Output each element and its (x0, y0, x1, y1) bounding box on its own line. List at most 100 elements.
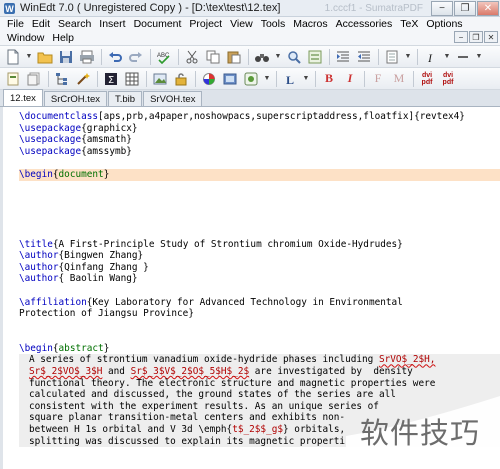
highlighted-line: \begin{document} (19, 168, 500, 181)
label-icon[interactable]: L (281, 70, 299, 88)
tab-t-bib[interactable]: T.bib (107, 91, 143, 106)
label-dropdown-icon[interactable]: ▼ (302, 75, 310, 82)
math-button[interactable]: M (390, 70, 408, 88)
frame-icon[interactable] (221, 70, 239, 88)
tab-srcroh-tex[interactable]: SrCrOH.tex (43, 91, 107, 106)
abstract-line: A series of strontium vanadium oxide-hyd… (19, 354, 500, 367)
svg-text:Σ: Σ (108, 75, 114, 86)
wizard-icon[interactable] (74, 70, 92, 88)
redo-icon[interactable] (127, 48, 145, 66)
bold-button[interactable]: B (320, 70, 338, 88)
dash-icon[interactable] (454, 48, 472, 66)
document-tabs: 12.tex SrCrOH.tex T.bib SrVOH.tex (0, 89, 500, 107)
diagram-dropdown-icon[interactable]: ▼ (263, 75, 271, 82)
new-file-dropdown-icon[interactable]: ▼ (25, 53, 33, 60)
toolbar-separator (178, 48, 179, 65)
graphics-icon[interactable] (151, 70, 169, 88)
maximize-button[interactable]: ❐ (454, 0, 476, 16)
close-button[interactable]: ✕ (477, 0, 499, 16)
pdf-button[interactable]: dvi pdf (439, 70, 457, 88)
tree-icon[interactable] (53, 70, 71, 88)
menu-search[interactable]: Search (54, 18, 95, 30)
menu-macros[interactable]: Macros (289, 18, 331, 30)
font-button[interactable]: F (369, 70, 387, 88)
menu-view[interactable]: View (226, 18, 257, 30)
sigma-icon[interactable]: Σ (102, 70, 120, 88)
toolbar-separator (413, 70, 414, 87)
open-folder-icon[interactable] (36, 48, 54, 66)
dvi-pdf-button[interactable]: dvi pdf (418, 70, 436, 88)
menu-window[interactable]: Window (3, 32, 48, 44)
outdent-icon[interactable] (355, 48, 373, 66)
unlock-icon[interactable] (172, 70, 190, 88)
main-toolbar: ▼ ABC ▼ ▼ I ▼ ▼ (0, 46, 500, 68)
menu-file[interactable]: File (3, 18, 28, 30)
menu-project[interactable]: Project (185, 18, 226, 30)
table-icon[interactable] (123, 70, 141, 88)
menu-insert[interactable]: Insert (95, 18, 129, 30)
menu-tex[interactable]: TeX (396, 18, 422, 30)
svg-text:I: I (427, 51, 433, 64)
tab-12-tex[interactable]: 12.tex (3, 89, 43, 106)
code-line: \usepackage{amsmath} (19, 134, 132, 146)
dash-dropdown-icon[interactable]: ▼ (475, 53, 483, 60)
winedt-app-icon[interactable]: W (2, 1, 16, 15)
color-icon[interactable] (200, 70, 218, 88)
toolbar-separator (315, 70, 316, 87)
toolbar-separator (101, 48, 102, 65)
copy-icon[interactable] (204, 48, 222, 66)
italic-dropdown-icon[interactable]: ▼ (443, 53, 451, 60)
find-icon[interactable] (285, 48, 303, 66)
title-bar: W WinEdt 7.0 ( Unregistered Copy ) - [D:… (0, 0, 500, 17)
menu-document[interactable]: Document (130, 18, 186, 30)
pages-icon[interactable] (25, 70, 43, 88)
code-line: \author{Qinfang Zhang } (19, 261, 149, 273)
diagram-icon[interactable] (242, 70, 260, 88)
toolbar-separator (248, 48, 249, 65)
replace-icon[interactable] (306, 48, 324, 66)
toolbar-separator (417, 48, 418, 65)
menu-options[interactable]: Options (422, 18, 466, 30)
code-line: \title{A First-Principle Study of Stront… (19, 238, 403, 250)
abstract-line: functional theory. The electronic struct… (19, 377, 500, 390)
indent-icon[interactable] (334, 48, 352, 66)
undo-icon[interactable] (106, 48, 124, 66)
menu-edit[interactable]: Edit (28, 18, 54, 30)
menu-accessories[interactable]: Accessories (332, 18, 397, 30)
print-icon[interactable] (78, 48, 96, 66)
spellcheck-icon[interactable]: ABC (155, 48, 173, 66)
code-line: \author{Bingwen Zhang} (19, 250, 144, 262)
bookmark-dropdown-icon[interactable]: ▼ (404, 53, 412, 60)
toolbar-separator (276, 70, 277, 87)
code-line: \usepackage{graphicx} (19, 122, 138, 134)
watermark-text: 软件技巧 (360, 416, 481, 450)
menu-help[interactable]: Help (48, 32, 78, 44)
paste-icon[interactable] (225, 48, 243, 66)
window-title: WinEdt 7.0 ( Unregistered Copy ) - [D:\t… (20, 2, 281, 14)
code-line: \usepackage{amssymb} (19, 145, 132, 157)
toolbar-separator (378, 48, 379, 65)
italic-button[interactable]: I (341, 70, 359, 88)
new-file-icon[interactable] (4, 48, 22, 66)
cut-icon[interactable] (183, 48, 201, 66)
toolbar-separator (48, 70, 49, 87)
find-dropdown-icon[interactable]: ▼ (274, 53, 282, 60)
menu-tools[interactable]: Tools (257, 18, 290, 30)
bookmark-icon[interactable] (383, 48, 401, 66)
doc-minimize-button[interactable]: − (454, 31, 468, 43)
binoculars-icon[interactable] (253, 48, 271, 66)
background-window-title: 1.cccf1 - SumatraPDF (324, 2, 423, 14)
page-icon[interactable] (4, 70, 22, 88)
italic-macro-icon[interactable]: I (422, 48, 440, 66)
code-line: Protection of Jiangsu Province} (19, 308, 194, 320)
tab-srvoh-tex[interactable]: SrVOH.tex (143, 91, 203, 106)
minimize-button[interactable]: − (431, 0, 453, 16)
save-icon[interactable] (57, 48, 75, 66)
doc-restore-button[interactable]: ❐ (469, 31, 483, 43)
doc-close-button[interactable]: ✕ (484, 31, 498, 43)
watermark: 软件技巧 (346, 396, 500, 469)
